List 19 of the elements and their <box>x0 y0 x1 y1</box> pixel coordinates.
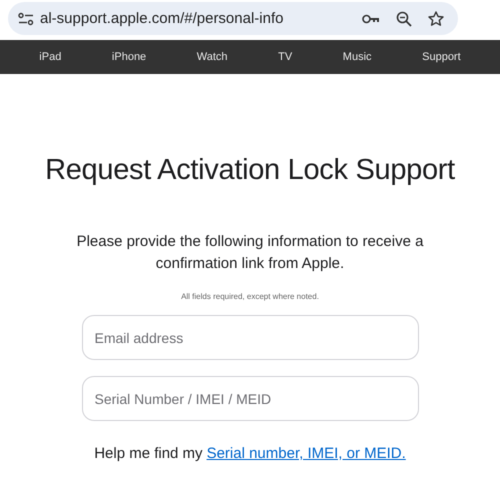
nav-link[interactable]: Watch <box>196 51 228 63</box>
input-field[interactable]: Email address <box>82 315 418 360</box>
nav-link[interactable]: Music <box>342 51 372 63</box>
nav-link[interactable]: TV <box>278 51 292 63</box>
key-icon[interactable] <box>362 14 380 24</box>
address-bar[interactable]: al-support.apple.com/#/personal-info <box>8 2 458 35</box>
help-text: Help me find my <box>94 445 203 462</box>
nav-link[interactable]: Support <box>422 51 461 63</box>
required-note: All fields required, except where noted. <box>181 292 319 301</box>
url-text: al-support.apple.com/#/personal-info <box>40 10 284 27</box>
intro-text: Please provide the following information to receive a confirmation link from Apple. <box>76 232 424 274</box>
nav-link[interactable]: iPhone <box>112 51 146 63</box>
zoom-icon[interactable] <box>396 10 412 26</box>
page-title: Request Activation Lock Support <box>45 154 455 187</box>
input-field[interactable]: Serial Number / IMEI / MEID <box>82 376 418 421</box>
star-icon[interactable] <box>428 10 444 26</box>
site-settings-icon[interactable] <box>18 12 34 26</box>
serial-help-link[interactable]: Serial number, IMEI, or MEID. <box>206 445 406 462</box>
nav-link[interactable]: iPad <box>39 51 62 63</box>
